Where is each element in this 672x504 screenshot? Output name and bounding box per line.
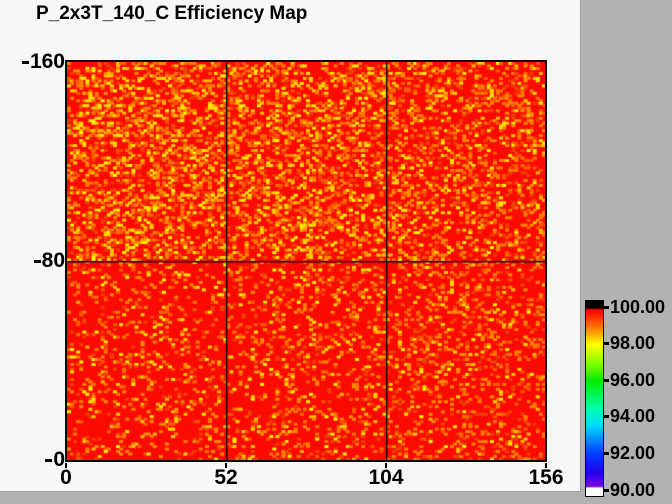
tick-dash [603, 342, 609, 345]
heatmap-plot [65, 60, 547, 462]
tick-dash [603, 489, 609, 492]
y-tick-text: 80 [42, 249, 65, 273]
tick-dash [603, 452, 609, 455]
x-tick-label: 156 [528, 466, 563, 490]
tick-dash [603, 415, 609, 418]
colorbar-label: 96.00 [603, 370, 655, 390]
colorbar-label: 100.00 [603, 297, 665, 317]
x-tick-label: 104 [368, 466, 403, 490]
x-tick-label: 52 [214, 466, 237, 490]
tick-dash [22, 61, 29, 64]
colorbar-label-text: 100.00 [610, 297, 665, 318]
heatmap-canvas [67, 62, 545, 460]
colorbar-label-text: 96.00 [610, 370, 655, 391]
colorbar-label: 90.00 [603, 480, 655, 500]
tick-dash [34, 260, 41, 263]
colorbar-label-text: 92.00 [610, 443, 655, 464]
colorbar-gradient [586, 301, 603, 496]
tick-dash [603, 379, 609, 382]
colorbar-label: 98.00 [603, 334, 655, 354]
efficiency-map-window: { "title": "P_2x3T_140_C Efficiency Map"… [0, 0, 672, 504]
chart-title: P_2x3T_140_C Efficiency Map [36, 3, 307, 25]
colorbar-label-text: 90.00 [610, 480, 655, 501]
tick-dash [45, 459, 52, 462]
y-tick-label: 80 [34, 250, 65, 272]
colorbar-label: 92.00 [603, 443, 655, 463]
colorbar-label-text: 94.00 [610, 406, 655, 427]
colorbar [585, 300, 604, 497]
x-tick-label: 0 [60, 466, 72, 490]
y-tick-label: 160 [22, 51, 65, 73]
colorbar-label-text: 98.00 [610, 333, 655, 354]
tick-dash [603, 306, 609, 309]
y-tick-text: 160 [30, 50, 65, 74]
colorbar-label: 94.00 [603, 407, 655, 427]
